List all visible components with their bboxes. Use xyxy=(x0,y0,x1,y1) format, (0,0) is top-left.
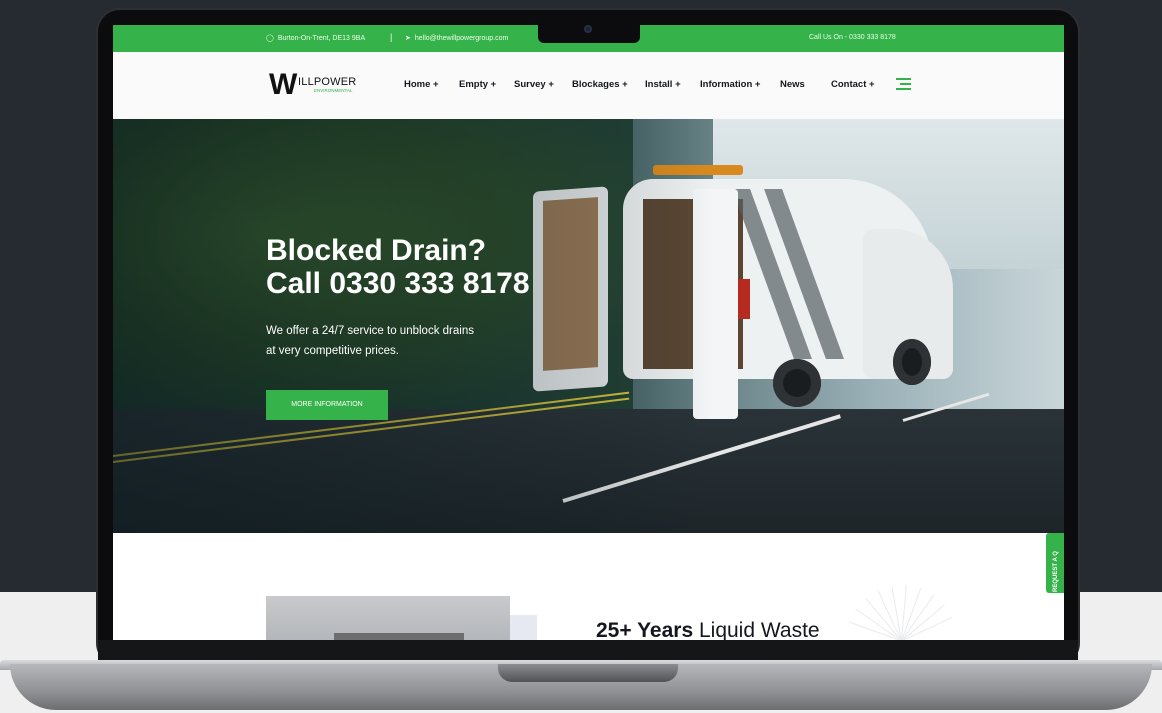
nav-item-contact[interactable]: Contact + xyxy=(831,79,875,90)
menu-icon[interactable] xyxy=(896,78,911,90)
nav-item-information[interactable]: Information + xyxy=(700,79,760,90)
hero-title-line: Blocked Drain? xyxy=(266,234,487,267)
years-heading: 25+ Years Liquid Waste xyxy=(596,619,820,640)
hero-title-line: Call 0330 333 8178 xyxy=(266,267,530,300)
nav-item-blockages[interactable]: Blockages + xyxy=(572,79,628,90)
location-pin-icon: ◯ xyxy=(266,35,274,42)
site-header: W ILLPOWER ENVIRONMENTAL Home + Empty + … xyxy=(113,52,1064,119)
years-bold: 25+ Years xyxy=(596,619,694,640)
laptop-open-notch xyxy=(498,664,678,682)
nav-item-survey[interactable]: Survey + xyxy=(514,79,554,90)
camera-icon xyxy=(584,25,592,33)
about-section: 25+ Years Liquid Waste xyxy=(113,533,1064,640)
browser-screen: ◯ Burton-On-Trent, DE13 9BA | ➤ hello@thew… xyxy=(113,25,1064,640)
email-text: hello@thewillpowergroup.com xyxy=(414,35,509,42)
nav-item-home[interactable]: Home + xyxy=(404,79,439,90)
logo-name: ILLPOWER xyxy=(298,76,357,88)
image-accent-block xyxy=(510,615,537,640)
logo[interactable]: W ILLPOWER ENVIRONMENTAL xyxy=(269,70,364,100)
request-quote-label: REQUEST A Q xyxy=(1053,551,1059,592)
hero-subtitle-line: We offer a 24/7 service to unblock drain… xyxy=(266,325,474,337)
call-us-link[interactable]: Call Us On - 0330 333 8178 xyxy=(809,34,896,41)
hero-subtitle-line: at very competitive prices. xyxy=(266,345,399,357)
location-text: Burton-On-Trent, DE13 9BA xyxy=(277,35,366,42)
send-icon: ➤ xyxy=(405,35,411,42)
nav-item-empty[interactable]: Empty + xyxy=(459,79,496,90)
decorative-rays xyxy=(843,577,963,640)
logo-subtitle: ENVIRONMENTAL xyxy=(314,88,353,93)
hero-title: Blocked Drain? Call 0330 333 8178 xyxy=(266,234,530,300)
topbar-separator: | xyxy=(390,32,393,42)
more-information-button[interactable]: MORE INFORMATION xyxy=(266,390,388,420)
location-info: ◯ Burton-On-Trent, DE13 9BA xyxy=(266,34,365,42)
years-rest: Liquid Waste xyxy=(693,619,820,640)
about-image xyxy=(266,596,510,640)
nav-item-install[interactable]: Install + xyxy=(645,79,681,90)
hero-banner: Blocked Drain? Call 0330 333 8178 We off… xyxy=(113,119,1064,533)
nav-item-news[interactable]: News xyxy=(780,79,805,90)
hero-subtitle: We offer a 24/7 service to unblock drain… xyxy=(266,321,516,361)
request-quote-tab[interactable]: REQUEST A Q xyxy=(1046,533,1064,593)
logo-mark: W xyxy=(269,68,297,101)
email-link[interactable]: ➤ hello@thewillpowergroup.com xyxy=(405,34,508,42)
